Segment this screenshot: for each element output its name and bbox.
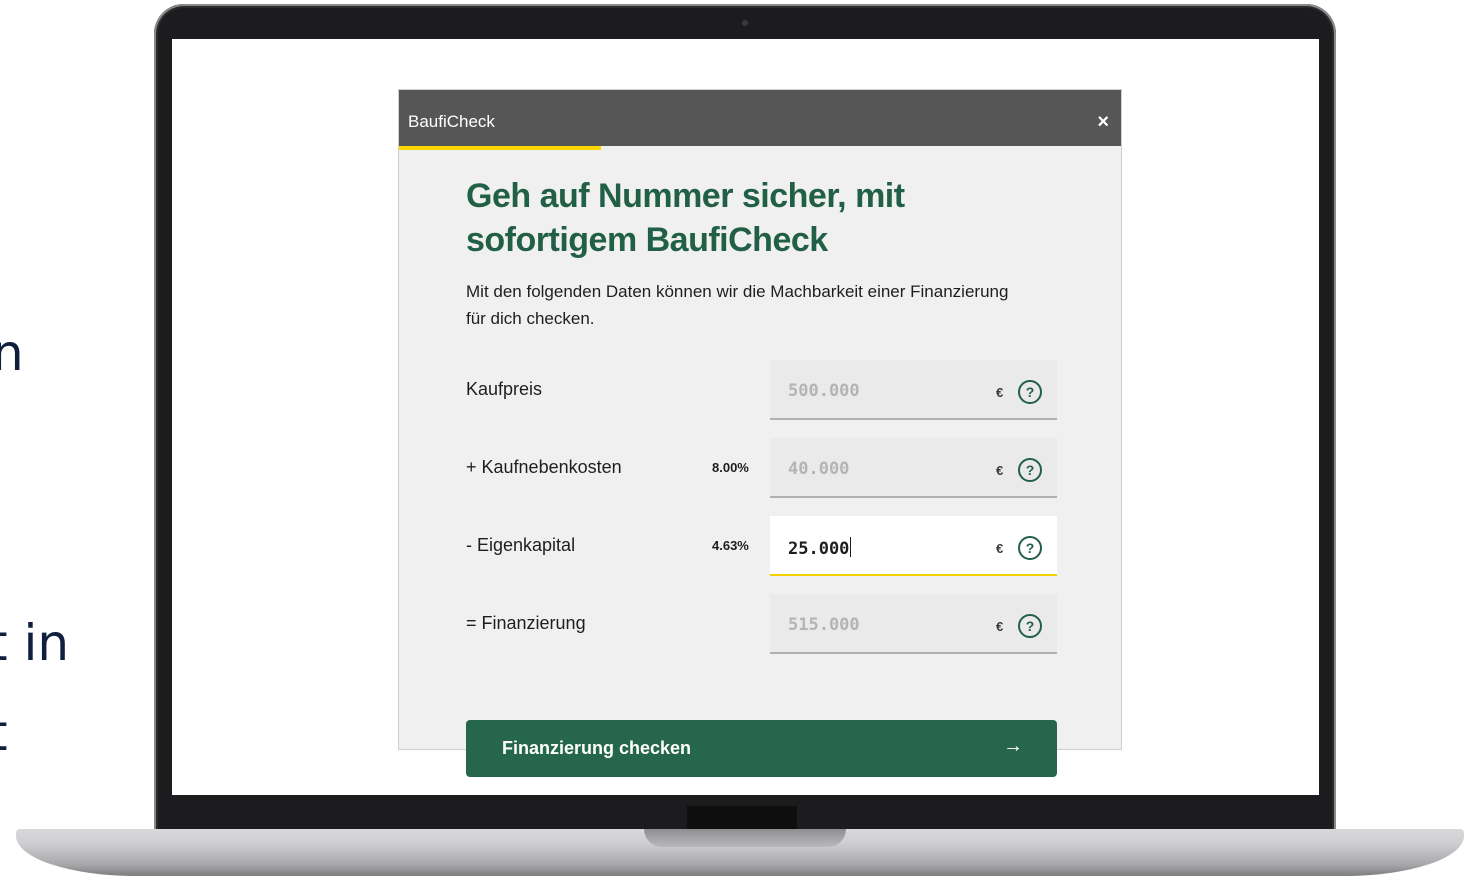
field-label: Kaufpreis [466, 379, 543, 399]
background-text-fragment: t [0, 708, 8, 758]
field-label: - Eigenkapital [466, 535, 576, 555]
close-icon[interactable]: × [1097, 112, 1109, 132]
form-row-kaufpreis: Kaufpreis 500.000 € ? [466, 360, 1057, 420]
field-label: + Kaufnebenkosten [466, 457, 622, 477]
button-label: Finanzierung checken [502, 738, 692, 758]
help-icon[interactable]: ? [1018, 458, 1042, 482]
laptop-hinge [687, 806, 797, 830]
progress-bar [399, 146, 602, 150]
help-icon[interactable]: ? [1018, 380, 1042, 404]
help-icon[interactable]: ? [1018, 536, 1042, 560]
euro-icon: € [996, 541, 1004, 556]
text-cursor [850, 537, 852, 557]
page-title: Geh auf Nummer sicher, mit sofortigem Ba… [466, 177, 905, 259]
euro-icon: € [996, 385, 1004, 400]
intro-text: Mit den folgenden Daten können wir die M… [466, 282, 1009, 328]
kaufpreis-input[interactable]: 500.000 € ? [770, 360, 1057, 420]
camera-icon [742, 20, 748, 26]
field-value: 25.000 [788, 539, 850, 559]
finanzierung-checken-button[interactable]: Finanzierung checken → [466, 720, 1057, 777]
help-icon[interactable]: ? [1018, 614, 1042, 638]
form-row-eigenkapital: - Eigenkapital 4.63% 25.000 € ? [466, 516, 1057, 576]
form-row-kaufnebenkosten: + Kaufnebenkosten 8.00% 40.000 € ? [466, 438, 1057, 498]
percent-badge: 4.63% [712, 538, 749, 553]
bauficheck-modal: BaufiCheck × Geh auf Nummer sicher, mit … [398, 89, 1122, 777]
euro-icon: € [996, 619, 1004, 634]
laptop-screen: BaufiCheck × Geh auf Nummer sicher, mit … [172, 39, 1319, 795]
kaufnebenkosten-input[interactable]: 40.000 € ? [770, 438, 1057, 498]
background-text-fragment: n [0, 324, 24, 382]
modal-header: BaufiCheck × [399, 90, 1121, 146]
finanzierung-input[interactable]: 515.000 € ? [770, 594, 1057, 654]
form-row-finanzierung: = Finanzierung 515.000 € ? [466, 594, 1057, 654]
modal-title: BaufiCheck [408, 112, 495, 131]
field-label: = Finanzierung [466, 613, 586, 633]
euro-icon: € [996, 463, 1004, 478]
background-text-fragment: t in [0, 614, 70, 672]
eigenkapital-input[interactable]: 25.000 € ? [770, 516, 1057, 576]
arrow-right-icon: → [1003, 735, 1023, 757]
percent-badge: 8.00% [712, 460, 749, 475]
field-value: 500.000 [788, 381, 860, 401]
field-value: 40.000 [788, 459, 850, 479]
laptop-notch [644, 829, 846, 847]
field-value: 515.000 [788, 615, 860, 635]
